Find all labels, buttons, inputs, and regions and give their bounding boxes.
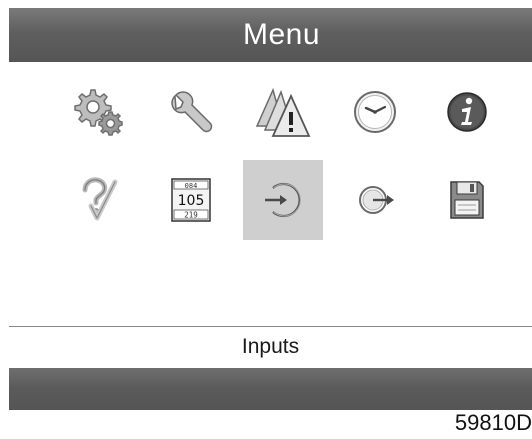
menu-item-save[interactable] xyxy=(427,160,507,240)
svg-text:084: 084 xyxy=(185,182,198,190)
menu-item-inputs[interactable] xyxy=(243,160,323,240)
figure-code: 59810D xyxy=(454,410,532,435)
selected-item-label: Inputs xyxy=(241,335,300,358)
menu-item-test[interactable] xyxy=(59,160,139,240)
bottom-bar xyxy=(9,368,532,410)
controller-screen: Menu 084 105 219 Inputs xyxy=(9,8,532,410)
info-icon xyxy=(447,92,487,132)
menu-item-settings[interactable] xyxy=(59,72,139,152)
menu-item-service[interactable] xyxy=(151,72,231,152)
counters-icon: 084 105 219 xyxy=(171,178,211,222)
title-bar: Menu xyxy=(9,8,532,62)
outputs-icon xyxy=(359,186,394,214)
wrench-icon xyxy=(171,91,213,133)
menu-item-outputs[interactable] xyxy=(335,160,415,240)
svg-text:219: 219 xyxy=(184,211,198,220)
menu-item-counters[interactable]: 084 105 219 xyxy=(151,160,231,240)
menu-item-warnings[interactable] xyxy=(243,72,323,152)
settings-gears-icon xyxy=(74,89,123,136)
warning-triangles-icon xyxy=(255,87,311,137)
inputs-icon xyxy=(265,182,301,218)
page-title: Menu xyxy=(242,18,321,51)
clock-icon xyxy=(354,91,396,133)
menu-item-timer[interactable] xyxy=(335,72,415,152)
check-question-icon xyxy=(82,177,118,221)
menu-item-info[interactable] xyxy=(427,72,507,152)
svg-text:105: 105 xyxy=(178,193,205,209)
menu-icon-grid: 084 105 219 xyxy=(59,72,519,242)
save-icon xyxy=(450,181,484,219)
